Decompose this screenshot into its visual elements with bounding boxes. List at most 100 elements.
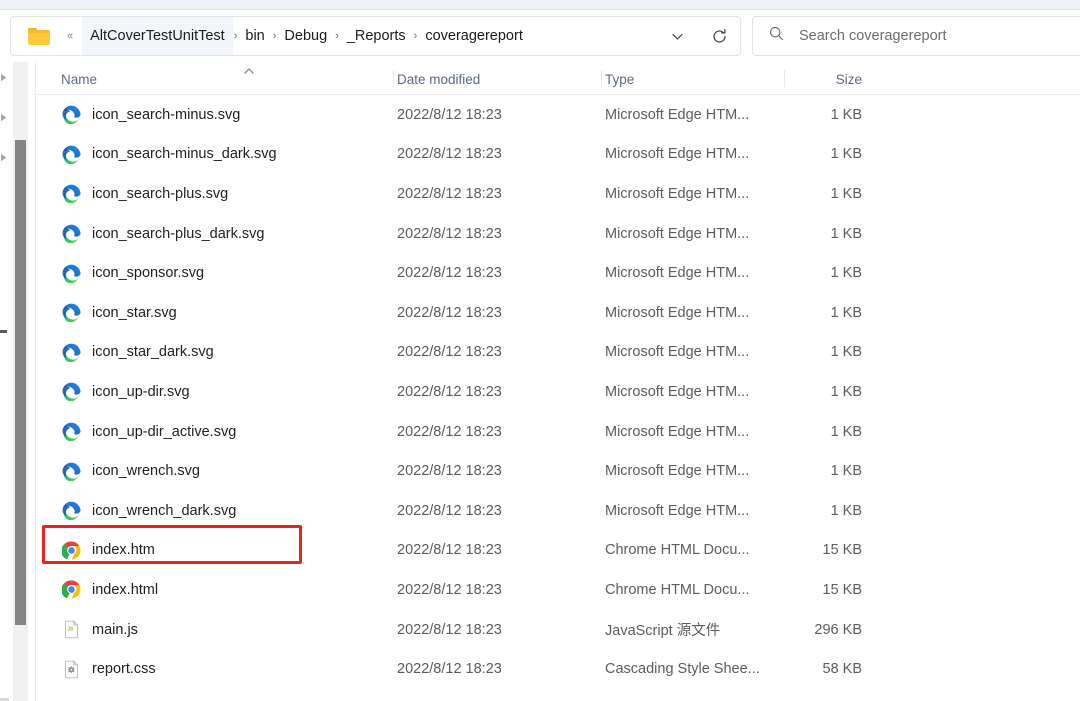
file-date-modified-cell: 2022/8/12 18:23 (397, 225, 502, 242)
file-name-cell[interactable]: icon_up-dir_active.svg (36, 412, 394, 452)
file-name-cell[interactable]: report.css (36, 649, 394, 689)
file-date-modified-cell: 2022/8/12 18:23 (397, 304, 502, 321)
file-size-cell: 1 KB (830, 106, 862, 123)
file-name-cell[interactable]: icon_search-plus.svg (36, 174, 394, 214)
search-icon-cell (753, 17, 799, 55)
breadcrumb: AltCoverTestUnitTest › bin › Debug › _Reports ›… (82, 17, 530, 55)
table-row[interactable]: icon_wrench_dark.svg 2022/8/12 18:23 Micro… (36, 491, 1080, 531)
tree-expand-chevron-icon[interactable] (0, 153, 9, 162)
search-box[interactable]: Search coveragereport (752, 16, 1080, 56)
tree-expand-chevron-icon[interactable] (0, 113, 9, 122)
chrome-icon (61, 580, 81, 600)
file-date-modified-cell: 2022/8/12 18:23 (397, 106, 502, 123)
column-header-size[interactable]: Size (785, 62, 875, 94)
column-header-row: Name Date modified Type Size (36, 62, 1080, 95)
table-row[interactable]: icon_sponsor.svg 2022/8/12 18:23 Microsoft… (36, 253, 1080, 293)
table-row[interactable]: icon_search-plus.svg 2022/8/12 18:23 Micro… (36, 174, 1080, 214)
breadcrumb-item-4[interactable]: coveragereport (418, 17, 530, 55)
file-date-modified-cell: 2022/8/12 18:23 (397, 185, 502, 202)
column-header-date-modified-label: Date modified (397, 72, 481, 87)
breadcrumb-item-3[interactable]: _Reports (340, 17, 413, 55)
tree-expand-chevron-icon[interactable] (0, 73, 9, 82)
file-type-cell: Microsoft Edge HTM... (605, 423, 750, 440)
file-name-cell[interactable]: icon_search-plus_dark.svg (36, 214, 394, 254)
file-name-cell[interactable]: icon_sponsor.svg (36, 253, 394, 293)
file-name-label: icon_search-plus.svg (92, 185, 229, 202)
navigation-pane-edge (0, 62, 10, 701)
file-name-label: icon_search-plus_dark.svg (92, 225, 265, 242)
file-name-cell[interactable]: JS main.js (36, 610, 394, 650)
address-bar[interactable]: « AltCoverTestUnitTest › bin › Debug › _Report… (10, 16, 741, 56)
column-header-size-label: Size (835, 72, 862, 87)
edge-icon (61, 461, 81, 481)
file-name-label: icon_star_dark.svg (92, 344, 214, 361)
table-row[interactable]: icon_star.svg 2022/8/12 18:23 Microsoft Ed… (36, 293, 1080, 333)
js-file-icon: JS (61, 620, 81, 640)
file-date-modified-cell: 2022/8/12 18:23 (397, 463, 502, 480)
table-row[interactable]: JS main.js 2022/8/12 18:23 JavaScript 源文件 29… (36, 610, 1080, 650)
tree-collapse-dash-icon[interactable] (0, 330, 7, 333)
column-header-name-label: Name (61, 72, 98, 87)
file-name-cell[interactable]: index.html (36, 570, 394, 610)
file-name-label: icon_search-minus.svg (92, 106, 241, 123)
file-size-cell: 1 KB (830, 185, 862, 202)
file-type-cell: Microsoft Edge HTM... (605, 265, 750, 282)
file-type-cell: Microsoft Edge HTM... (605, 185, 750, 202)
table-row[interactable]: icon_star_dark.svg 2022/8/12 18:23 Microso… (36, 333, 1080, 373)
chevron-down-icon (670, 29, 685, 44)
file-name-label: index.html (92, 581, 159, 598)
file-name-label: main.js (92, 621, 138, 638)
table-row[interactable]: index.htm 2022/8/12 18:23 Chrome HTML Docu… (36, 531, 1080, 571)
file-name-cell[interactable]: icon_search-minus.svg (36, 95, 394, 135)
edge-icon (61, 303, 81, 323)
table-row[interactable]: icon_search-plus_dark.svg 2022/8/12 18:23… (36, 214, 1080, 254)
svg-text:JS: JS (67, 627, 74, 633)
table-row[interactable]: icon_search-minus.svg 2022/8/12 18:23 Micr… (36, 95, 1080, 135)
file-name-cell[interactable]: index.htm (36, 531, 394, 571)
file-size-cell: 1 KB (830, 502, 862, 519)
column-header-type[interactable]: Type (602, 62, 785, 94)
file-type-cell: Chrome HTML Docu... (605, 542, 750, 559)
table-row[interactable]: icon_up-dir_active.svg 2022/8/12 18:23 Mic… (36, 412, 1080, 452)
column-header-date-modified[interactable]: Date modified (394, 62, 602, 94)
table-row[interactable]: icon_search-minus_dark.svg 2022/8/12 18:2… (36, 135, 1080, 175)
file-name-label: icon_wrench.svg (92, 463, 200, 480)
file-type-cell: Microsoft Edge HTM... (605, 225, 750, 242)
refresh-button[interactable] (698, 17, 740, 55)
file-name-label: icon_search-minus_dark.svg (92, 146, 277, 163)
file-date-modified-cell: 2022/8/12 18:23 (397, 383, 502, 400)
table-row[interactable]: report.css 2022/8/12 18:23 Cascading Style… (36, 649, 1080, 689)
column-header-name[interactable]: Name (36, 62, 394, 94)
breadcrumb-item-1[interactable]: bin (238, 17, 271, 55)
edge-icon (61, 382, 81, 402)
file-size-cell: 296 KB (814, 621, 862, 638)
file-name-cell[interactable]: icon_up-dir.svg (36, 372, 394, 412)
file-size-cell: 1 KB (830, 304, 862, 321)
file-date-modified-cell: 2022/8/12 18:23 (397, 344, 502, 361)
table-row[interactable]: icon_wrench.svg 2022/8/12 18:23 Microsoft … (36, 451, 1080, 491)
edge-icon (61, 105, 81, 125)
file-name-cell[interactable]: icon_wrench_dark.svg (36, 491, 394, 531)
vertical-scrollbar-thumb[interactable] (15, 140, 26, 625)
breadcrumb-overflow-icon[interactable]: « (67, 30, 82, 42)
file-name-cell[interactable]: icon_star.svg (36, 293, 394, 333)
search-input[interactable]: Search coveragereport (799, 28, 947, 44)
address-dropdown-button[interactable] (656, 17, 698, 55)
breadcrumb-item-2[interactable]: Debug (277, 17, 334, 55)
file-type-cell: Microsoft Edge HTM... (605, 463, 750, 480)
window-top-strip (0, 0, 1080, 10)
file-size-cell: 1 KB (830, 265, 862, 282)
breadcrumb-item-0[interactable]: AltCoverTestUnitTest (82, 17, 233, 55)
edge-icon (61, 184, 81, 204)
file-type-cell: Microsoft Edge HTM... (605, 383, 750, 400)
table-row[interactable]: index.html 2022/8/12 18:23 Chrome HTML Doc… (36, 570, 1080, 610)
file-date-modified-cell: 2022/8/12 18:23 (397, 621, 502, 638)
file-name-cell[interactable]: icon_wrench.svg (36, 451, 394, 491)
file-type-cell: Microsoft Edge HTM... (605, 304, 750, 321)
chrome-icon (61, 540, 81, 560)
file-name-label: icon_up-dir_active.svg (92, 423, 237, 440)
file-name-cell[interactable]: icon_search-minus_dark.svg (36, 135, 394, 175)
file-name-cell[interactable]: icon_star_dark.svg (36, 333, 394, 373)
table-row[interactable]: icon_up-dir.svg 2022/8/12 18:23 Microsoft … (36, 372, 1080, 412)
file-name-label: icon_sponsor.svg (92, 265, 205, 282)
